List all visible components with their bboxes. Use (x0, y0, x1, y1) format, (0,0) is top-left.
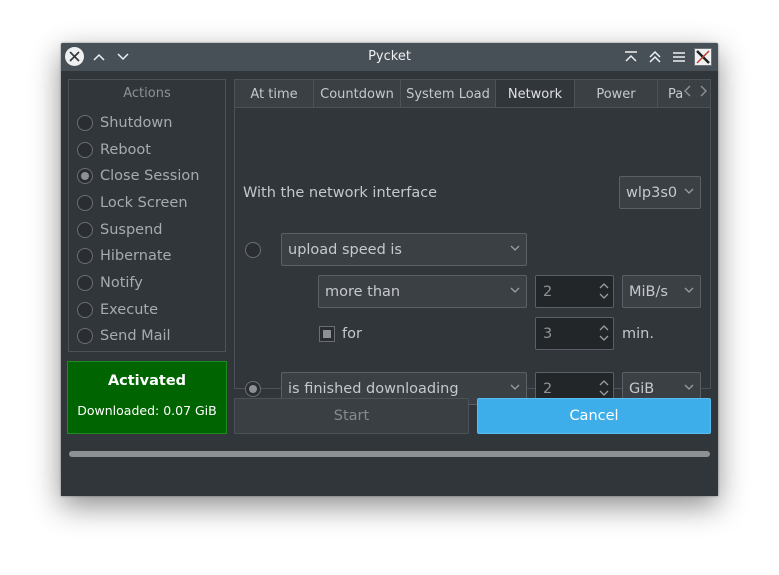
tab-power[interactable]: Power (574, 79, 658, 108)
actions-panel: Actions Shutdown Reboot Close Session Lo… (68, 79, 226, 352)
action-notify[interactable]: Notify (77, 272, 143, 294)
comparison-select[interactable]: more than (318, 275, 527, 308)
action-lock-screen[interactable]: Lock Screen (77, 192, 188, 214)
action-reboot[interactable]: Reboot (77, 139, 151, 161)
tab-scroll-right-icon[interactable] (699, 85, 707, 101)
status-title: Activated (107, 373, 187, 389)
pycket-window: Pycket Actions Shutdown Reboot Close Ses… (61, 43, 718, 496)
speed-unit-select[interactable]: MiB/s (622, 275, 701, 308)
duration-unit: min. (622, 326, 654, 342)
actions-title: Actions (123, 86, 171, 101)
chevron-down-icon (684, 188, 694, 194)
radio-button[interactable] (77, 248, 93, 264)
radio-button[interactable] (77, 142, 93, 158)
upload-condition-select[interactable]: upload speed is (281, 233, 527, 266)
tab-system-load[interactable]: System Load (400, 79, 496, 108)
download-condition-radio[interactable] (245, 381, 261, 397)
tab-scroll-left-icon[interactable] (684, 85, 692, 101)
x-logo-icon (696, 50, 710, 64)
action-close-session[interactable]: Close Session (77, 165, 199, 187)
progress-fill (69, 451, 710, 457)
progress-bar (69, 451, 710, 457)
radio-button[interactable] (77, 115, 93, 131)
download-unit-value: GiB (629, 380, 655, 397)
radio-button[interactable] (77, 328, 93, 344)
action-label: Notify (100, 275, 143, 291)
app-icon (694, 48, 712, 66)
double-chevron-up-icon (649, 51, 661, 63)
action-suspend[interactable]: Suspend (77, 219, 162, 241)
upload-condition-value: upload speed is (288, 241, 402, 258)
window-title: Pycket (368, 49, 411, 64)
spin-arrows-icon[interactable] (599, 281, 609, 301)
action-shutdown[interactable]: Shutdown (77, 112, 172, 134)
radio-button[interactable] (77, 195, 93, 211)
cancel-button[interactable]: Cancel (477, 398, 711, 434)
spin-arrows-icon[interactable] (599, 323, 609, 343)
comparison-value: more than (325, 283, 401, 300)
speed-unit-value: MiB/s (629, 283, 668, 300)
interface-select[interactable]: wlp3s0 (619, 176, 701, 209)
action-label: Execute (100, 302, 158, 318)
for-label: for (342, 326, 362, 342)
tab-countdown[interactable]: Countdown (313, 79, 401, 108)
shade-button[interactable] (621, 47, 641, 67)
maximize-button[interactable] (645, 47, 665, 67)
radio-button[interactable] (77, 222, 93, 238)
action-execute[interactable]: Execute (77, 299, 158, 321)
download-value: 2 (543, 380, 553, 397)
for-checkbox[interactable] (319, 326, 335, 342)
hamburger-menu-icon (673, 52, 685, 62)
network-tab-panel: With the network interface wlp3s0 upload… (234, 107, 711, 405)
menu-button[interactable] (669, 47, 689, 67)
speed-value: 2 (543, 283, 553, 300)
spin-arrows-icon[interactable] (599, 378, 609, 398)
action-label: Shutdown (100, 115, 173, 131)
download-condition-value: is finished downloading (288, 380, 459, 397)
radio-button[interactable] (77, 302, 93, 318)
chevron-down-icon (510, 245, 520, 251)
action-label: Lock Screen (100, 195, 188, 211)
interface-value: wlp3s0 (626, 184, 678, 201)
radio-button-selected[interactable] (77, 168, 93, 184)
action-hibernate[interactable]: Hibernate (77, 245, 171, 267)
title-bar: Pycket (61, 43, 718, 71)
action-label: Suspend (100, 222, 163, 238)
duration-value: 3 (543, 325, 553, 342)
chevron-down-icon (510, 384, 520, 390)
action-label: Hibernate (100, 248, 172, 264)
duration-spinbox[interactable]: 3 (535, 317, 614, 350)
action-label: Reboot (100, 142, 151, 158)
action-label: Send Mail (100, 328, 171, 344)
start-button[interactable]: Start (234, 398, 469, 434)
chevron-down-icon (510, 287, 520, 293)
chevron-down-icon (684, 384, 694, 390)
interface-label: With the network interface (243, 185, 438, 201)
status-badge: Activated Downloaded: 0.07 GiB (67, 361, 227, 434)
tab-at-time[interactable]: At time (234, 79, 314, 108)
chevron-down-icon (684, 287, 694, 293)
radio-button[interactable] (77, 275, 93, 291)
speed-spinbox[interactable]: 2 (535, 275, 614, 308)
action-send-mail[interactable]: Send Mail (77, 325, 171, 347)
tab-bar: At time Countdown System Load Network Po… (234, 79, 711, 109)
upload-condition-radio[interactable] (245, 242, 261, 258)
status-detail: Downloaded: 0.07 GiB (77, 403, 217, 418)
tab-network[interactable]: Network (495, 79, 575, 109)
action-label: Close Session (100, 168, 200, 184)
shade-icon (625, 51, 637, 62)
